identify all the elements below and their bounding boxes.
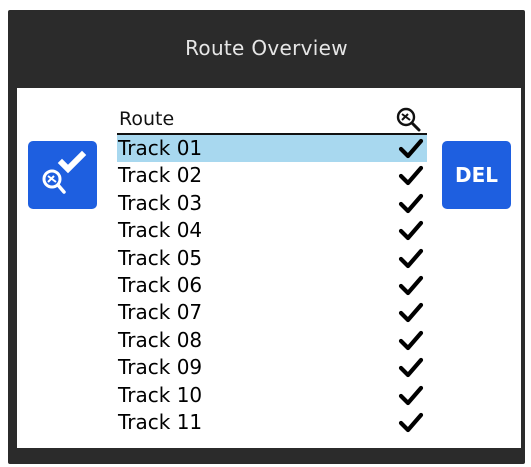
route-name: Track 01 xyxy=(118,136,203,160)
dialog-title: Route Overview xyxy=(185,36,348,60)
checkmark-icon[interactable] xyxy=(398,385,424,407)
table-row[interactable]: Track 04 xyxy=(117,217,427,244)
checkmark-icon[interactable] xyxy=(398,248,424,270)
checkmark-icon[interactable] xyxy=(398,412,424,434)
table-row[interactable]: Track 02 xyxy=(117,162,427,189)
checkmark-icon[interactable] xyxy=(398,193,424,215)
confirm-routes-button[interactable] xyxy=(28,141,97,209)
checkmark-icon[interactable] xyxy=(398,357,424,379)
dialog-frame: Route Overview DEL Route Track 01 Track … xyxy=(8,10,525,464)
checkmark-icon[interactable] xyxy=(398,330,424,352)
table-row[interactable]: Track 05 xyxy=(117,245,427,272)
checkmark-icon[interactable] xyxy=(398,302,424,324)
route-panel: DEL Route Track 01 Track 02 Track 03 Track … xyxy=(17,88,521,448)
table-row[interactable]: Track 06 xyxy=(117,272,427,299)
route-rows: Track 01 Track 02 Track 03 Track 04 Track 05… xyxy=(117,135,427,436)
route-name: Track 10 xyxy=(118,382,203,407)
table-row[interactable]: Track 07 xyxy=(117,299,427,326)
table-row[interactable]: Track 10 xyxy=(117,382,427,409)
list-header: Route xyxy=(117,106,427,135)
table-row[interactable]: Track 01 xyxy=(117,135,427,163)
checkmark-icon[interactable] xyxy=(398,138,424,160)
route-name: Track 08 xyxy=(118,327,203,352)
route-name: Track 11 xyxy=(118,409,203,434)
delete-button[interactable]: DEL xyxy=(442,141,511,209)
route-name: Track 02 xyxy=(118,163,203,188)
checkmark-icon[interactable] xyxy=(398,220,424,242)
table-row[interactable]: Track 09 xyxy=(117,354,427,381)
checkmark-icon[interactable] xyxy=(398,275,424,297)
route-list: Route Track 01 Track 02 Track 03 Track 04 Tr… xyxy=(117,106,427,436)
route-name: Track 04 xyxy=(118,218,203,243)
route-name: Track 07 xyxy=(118,300,203,325)
route-name: Track 09 xyxy=(118,355,203,380)
checkmark-icon[interactable] xyxy=(398,165,424,187)
table-row[interactable]: Track 03 xyxy=(117,190,427,217)
route-name: Track 06 xyxy=(118,272,203,297)
search-icon xyxy=(395,106,423,136)
route-name: Track 03 xyxy=(118,190,203,215)
table-row[interactable]: Track 11 xyxy=(117,409,427,436)
table-row[interactable]: Track 08 xyxy=(117,327,427,354)
route-name: Track 05 xyxy=(118,245,203,270)
column-header-route: Route xyxy=(119,108,175,130)
search-check-icon xyxy=(36,149,90,201)
